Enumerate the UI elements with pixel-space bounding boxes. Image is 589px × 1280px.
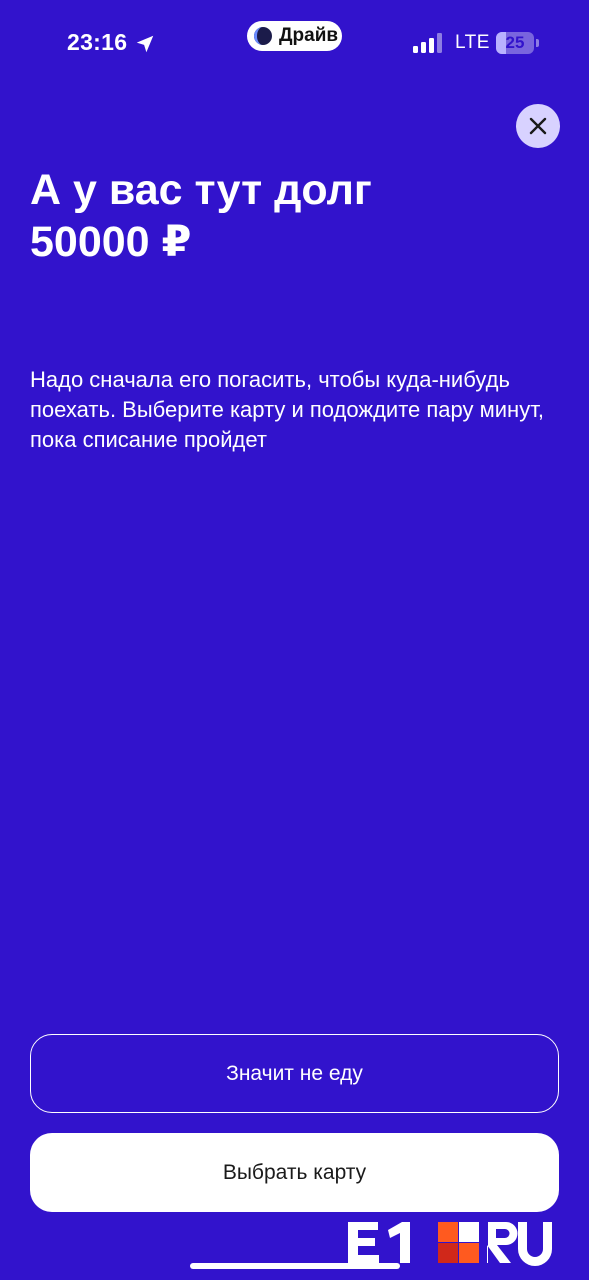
debt-description: Надо сначала его погасить, чтобы куда-ни… bbox=[30, 367, 544, 452]
drive-moon-icon bbox=[254, 27, 272, 45]
back-to-app-pill[interactable]: Драйв bbox=[247, 21, 342, 51]
network-type: LTE bbox=[455, 32, 490, 53]
battery-icon: 25 bbox=[496, 32, 540, 54]
battery-percent: 25 bbox=[505, 33, 525, 52]
status-bar: 23:16 Драйв LTE 25 bbox=[0, 0, 589, 86]
close-button[interactable] bbox=[516, 104, 560, 148]
app-name: Драйв bbox=[279, 25, 339, 46]
home-indicator[interactable] bbox=[190, 1263, 400, 1269]
choose-card-button[interactable]: Выбрать карту bbox=[30, 1133, 559, 1212]
debt-title: А у вас тут долг 50000 ₽ bbox=[30, 166, 372, 266]
close-icon bbox=[529, 117, 547, 135]
location-arrow-icon bbox=[136, 35, 154, 53]
decline-ride-button[interactable]: Значит не еду bbox=[30, 1034, 559, 1113]
cellular-signal-icon bbox=[413, 33, 442, 53]
status-time: 23:16 bbox=[67, 29, 128, 55]
e1-ru-logo bbox=[348, 1222, 552, 1266]
